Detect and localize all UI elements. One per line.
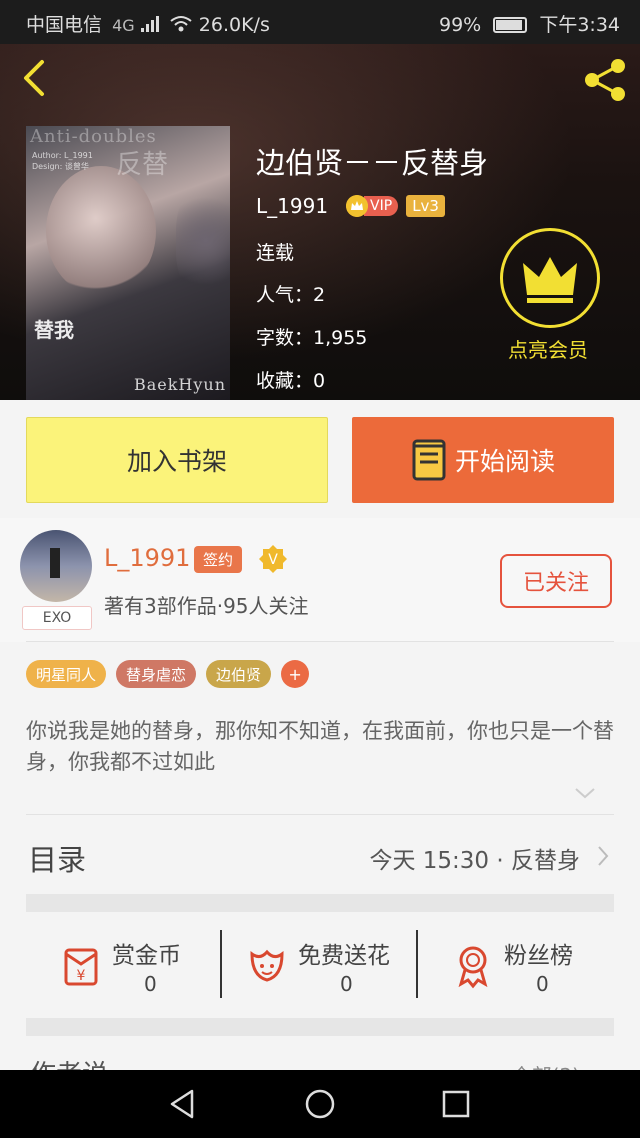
signed-badge: 签约 xyxy=(194,546,243,573)
level-badge: Lv3 xyxy=(406,195,445,217)
nav-recents-icon[interactable] xyxy=(442,1088,470,1120)
signal-label: 4G xyxy=(112,16,135,35)
author-section: EXO L_1991 签约 V 著有3部作品·95人关注 已关注 xyxy=(0,518,640,642)
cover-name: BaekHyun xyxy=(133,375,226,394)
expand-chevron-icon[interactable] xyxy=(574,786,596,800)
send-flower-count: 0 xyxy=(340,972,353,996)
fan-ranking-button[interactable]: 粉丝榜 0 xyxy=(448,932,598,1012)
svg-text:¥: ¥ xyxy=(77,968,86,984)
reward-coins-label: 赏金币 xyxy=(112,943,181,969)
tag-item[interactable]: 明星同人 xyxy=(26,660,107,688)
section-gap xyxy=(26,1018,614,1036)
red-envelope-coin-icon: ¥ xyxy=(64,948,98,986)
fan-ranking-count: 0 xyxy=(536,972,549,996)
add-tag-button[interactable]: + xyxy=(281,660,310,688)
status-bar: 中国电信 4G 26.0K/s 99% 下午3:34 xyxy=(0,0,640,44)
book-icon xyxy=(412,439,446,481)
primary-actions: 加入书架 开始阅读 xyxy=(0,400,640,518)
send-flower-button[interactable]: 免费送花 0 xyxy=(242,932,412,1012)
avatar-tag: EXO xyxy=(22,606,92,630)
tag-item[interactable]: 边伯贤 xyxy=(206,660,272,688)
start-reading-label: 开始阅读 xyxy=(454,447,555,476)
flower-icon xyxy=(250,949,284,982)
member-label[interactable]: 点亮会员 xyxy=(508,334,588,363)
popularity: 人气：2 xyxy=(256,284,326,306)
vip-label: VIP xyxy=(364,196,399,216)
favorites-count: 收藏：0 xyxy=(256,370,326,392)
table-of-contents-row[interactable]: 目录 今天 15:30 · 反替身 xyxy=(0,815,640,895)
crown-icon xyxy=(523,257,577,303)
battery-percent: 99% xyxy=(439,14,482,36)
back-arrow-icon[interactable] xyxy=(18,58,54,98)
wifi-icon xyxy=(170,16,192,32)
chevron-right-icon xyxy=(598,846,609,866)
toc-label: 目录 xyxy=(28,843,87,877)
divider xyxy=(26,641,614,642)
cover-title-cn: 反替 xyxy=(116,150,169,180)
latest-chapter: 今天 15:30 · 反替身 xyxy=(369,848,580,874)
author-name[interactable]: L_1991 xyxy=(104,544,190,572)
vip-badge: VIP xyxy=(346,194,399,218)
add-to-shelf-button[interactable]: 加入书架 xyxy=(26,417,328,503)
book-author-row: L_1991 VIP Lv3 xyxy=(256,194,445,218)
signal-icon xyxy=(140,16,159,32)
battery-icon xyxy=(493,17,528,33)
carrier-label: 中国电信 xyxy=(26,14,103,36)
fan-ranking-label: 粉丝榜 xyxy=(504,943,573,969)
reward-actions: ¥ 赏金币 0 免费送花 0 粉丝榜 0 xyxy=(0,918,640,1014)
section-gap xyxy=(26,894,614,912)
reward-coins-count: 0 xyxy=(144,972,157,996)
clock: 下午3:34 xyxy=(539,14,620,36)
share-icon[interactable] xyxy=(580,56,630,104)
author-info: 著有3部作品·95人关注 xyxy=(104,594,309,618)
verified-badge-icon: V xyxy=(259,545,287,573)
cover-credits: Author: L_1991 Design: 谈曾华 xyxy=(32,151,93,171)
tag-item[interactable]: 替身虐恋 xyxy=(116,660,197,688)
nav-home-icon[interactable] xyxy=(304,1088,336,1120)
member-button[interactable] xyxy=(500,228,600,328)
book-author-name[interactable]: L_1991 xyxy=(256,194,328,218)
tag-list: 明星同人 替身虐恋 边伯贤 + xyxy=(26,660,319,688)
divider xyxy=(220,930,222,998)
follow-button[interactable]: 已关注 xyxy=(500,554,612,608)
send-flower-label: 免费送花 xyxy=(298,943,390,969)
word-count: 字数：1,955 xyxy=(256,327,368,349)
start-reading-button[interactable]: 开始阅读 xyxy=(352,417,614,503)
medal-icon xyxy=(458,946,488,989)
author-avatar[interactable] xyxy=(20,530,92,602)
network-speed: 26.0K/s xyxy=(198,14,270,36)
system-nav-bar xyxy=(0,1070,640,1138)
divider xyxy=(416,930,418,998)
serial-status: 连载 xyxy=(256,242,295,264)
book-description: 你说我是她的替身，那你知不知道，在我面前，你也只是一个替身，你我都不过如此 xyxy=(26,719,614,774)
book-header: Anti-doubles Author: L_1991 Design: 谈曾华 … xyxy=(0,44,640,400)
reward-coins-button[interactable]: ¥ 赏金币 0 xyxy=(56,932,206,1012)
nav-back-icon[interactable] xyxy=(168,1088,198,1120)
cover-vertical-text: 替我 xyxy=(34,318,74,342)
book-title: 边伯贤－－反替身 xyxy=(256,146,489,180)
verified-badge-label: V xyxy=(268,552,278,568)
book-cover[interactable]: Anti-doubles Author: L_1991 Design: 谈曾华 … xyxy=(26,126,230,400)
crown-icon xyxy=(346,195,369,217)
